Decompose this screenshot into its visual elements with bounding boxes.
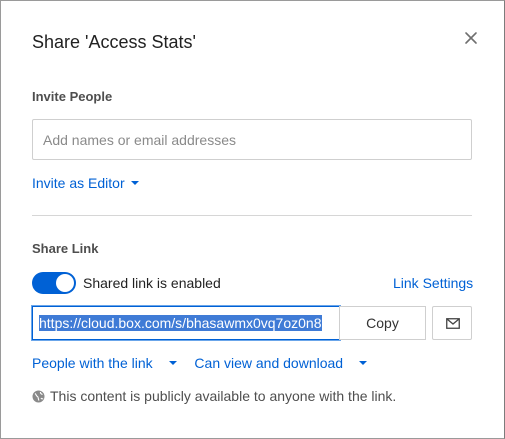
link-settings-link[interactable]: Link Settings — [393, 275, 473, 291]
invite-input[interactable] — [32, 119, 472, 160]
chevron-down-icon — [130, 180, 139, 185]
shared-link-url: https://cloud.box.com/s/bhasawmx0vq7oz0n… — [39, 315, 322, 331]
public-notice-text: This content is publicly available to an… — [50, 388, 397, 404]
invite-role-label[interactable]: Invite as Editor — [32, 175, 125, 191]
envelope-icon — [446, 318, 460, 329]
public-notice: This content is publicly available to an… — [32, 388, 396, 404]
access-level-label[interactable]: People with the link — [32, 355, 153, 371]
dialog-title: Share 'Access Stats' — [32, 32, 196, 52]
shared-link-status: Shared link is enabled — [83, 275, 221, 291]
shared-link-toggle[interactable] — [32, 272, 76, 294]
invite-role-dropdown[interactable]: Invite as Editor — [32, 175, 139, 193]
permission-label[interactable]: Can view and download — [194, 355, 343, 371]
globe-icon — [32, 390, 45, 403]
share-dialog: Share 'Access Stats' Invite People Invit… — [0, 0, 505, 439]
divider — [32, 215, 472, 216]
chevron-down-icon — [168, 361, 177, 366]
email-link-button[interactable] — [432, 306, 472, 340]
access-level-dropdown[interactable]: People with the link — [32, 355, 177, 371]
toggle-knob — [56, 274, 74, 292]
shared-link-url-field[interactable]: https://cloud.box.com/s/bhasawmx0vq7oz0n… — [32, 306, 340, 340]
close-icon[interactable] — [461, 28, 481, 48]
share-link-label: Share Link — [32, 241, 99, 256]
chevron-down-icon — [359, 361, 368, 366]
invite-people-label: Invite People — [32, 89, 113, 104]
copy-button[interactable]: Copy — [339, 306, 426, 340]
permission-row: People with the link Can view and downlo… — [32, 355, 368, 371]
permission-dropdown[interactable]: Can view and download — [194, 355, 368, 371]
